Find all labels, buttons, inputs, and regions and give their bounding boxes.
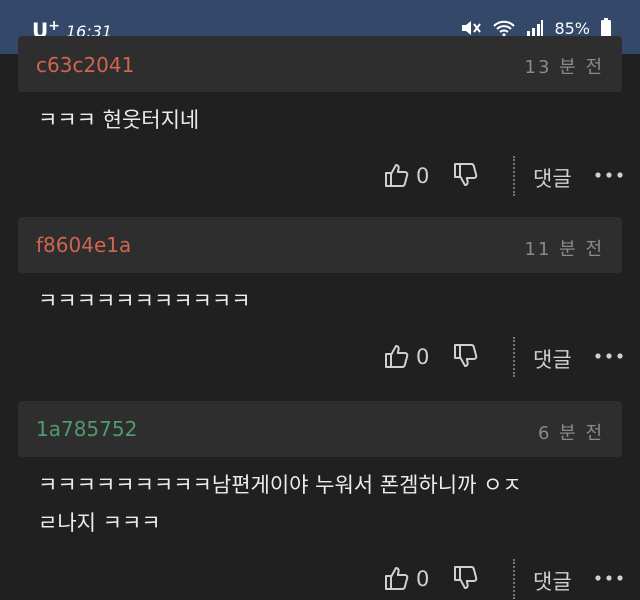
comment-time: 13 분 전: [524, 57, 604, 78]
comment-actions: 0 댓글: [0, 559, 640, 599]
comment-header: 1a785752 6 분 전: [18, 401, 622, 457]
action-divider: [513, 156, 515, 196]
more-options-icon[interactable]: [594, 165, 624, 184]
thumbs-down-icon[interactable]: [452, 565, 478, 595]
comment-author[interactable]: 1a785752: [36, 417, 137, 441]
more-options-icon[interactable]: [594, 568, 624, 587]
like-count: 0: [416, 164, 430, 188]
thumbs-down-icon[interactable]: [452, 162, 478, 192]
signal-icon: [526, 19, 544, 37]
reply-button[interactable]: 댓글: [533, 566, 572, 596]
comment-header: f8604e1a 11 분 전: [18, 217, 622, 273]
comment-author[interactable]: f8604e1a: [36, 233, 131, 257]
battery-icon: [600, 18, 612, 38]
mute-icon: [460, 18, 482, 38]
like-count: 0: [416, 567, 430, 591]
reply-button[interactable]: 댓글: [533, 344, 572, 374]
reply-button[interactable]: 댓글: [533, 163, 572, 193]
comment-text: ㅋㅋㅋ 현웃터지네: [38, 108, 200, 132]
wifi-icon: [492, 18, 516, 38]
battery-percent: 85%: [554, 18, 590, 38]
thumbs-up-icon[interactable]: [383, 565, 409, 595]
status-icons: 85%: [460, 18, 612, 38]
like-count: 0: [416, 345, 430, 369]
thumbs-up-icon[interactable]: [383, 162, 409, 192]
comment-time: 11 분 전: [524, 239, 604, 260]
thumbs-down-icon[interactable]: [452, 343, 478, 373]
comment-header: c63c2041 13 분 전: [18, 36, 622, 92]
comment-time: 6 분 전: [537, 423, 604, 444]
action-divider: [513, 337, 515, 377]
more-options-icon[interactable]: [594, 346, 624, 365]
comment-actions: 0 댓글: [0, 156, 640, 196]
thumbs-up-icon[interactable]: [383, 343, 409, 373]
action-divider: [513, 559, 515, 599]
comment-text: ㅋㅋㅋㅋㅋㅋㅋㅋㅋㅋㅋ: [38, 289, 251, 313]
comment-text: ㅋㅋㅋㅋㅋㅋㅋㅋㅋ남편게이야 누워서 폰겜하니까 ㅇㅈㄹ나지 ㅋㅋㅋ: [38, 473, 522, 535]
comment-author[interactable]: c63c2041: [36, 53, 134, 77]
comment-actions: 0 댓글: [0, 337, 640, 377]
